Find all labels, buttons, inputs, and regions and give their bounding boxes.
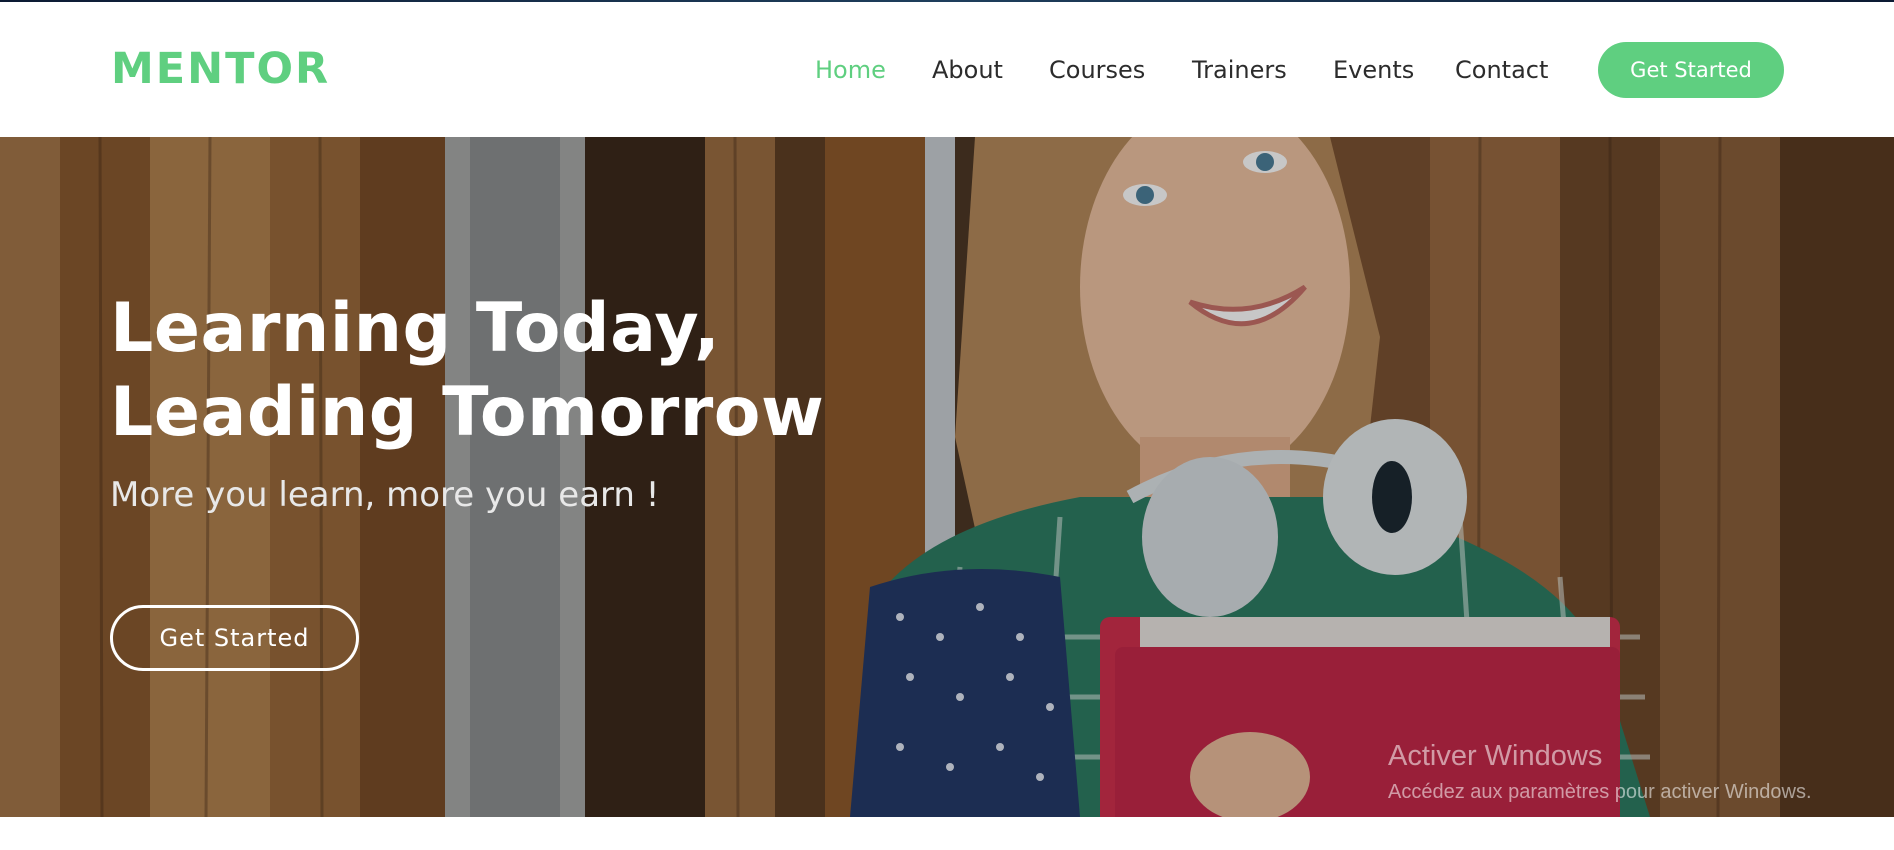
hero-title-line-1: Learning Today, bbox=[110, 289, 721, 368]
hero-title-line-2: Leading Tomorrow bbox=[110, 373, 825, 452]
nav-item-events[interactable]: Events bbox=[1333, 56, 1414, 84]
nav-item-courses[interactable]: Courses bbox=[1049, 56, 1145, 84]
nav-item-home[interactable]: Home bbox=[815, 56, 886, 84]
hero-section: Learning Today, Leading Tomorrow More yo… bbox=[0, 137, 1894, 817]
get-started-button[interactable]: Get Started bbox=[1598, 42, 1784, 98]
hero-title: Learning Today, Leading Tomorrow bbox=[110, 287, 824, 455]
hero-subtitle: More you learn, more you earn ! bbox=[110, 475, 660, 515]
nav-item-contact[interactable]: Contact bbox=[1455, 56, 1548, 84]
hero-get-started-button[interactable]: Get Started bbox=[110, 605, 359, 671]
nav-item-about[interactable]: About bbox=[932, 56, 1003, 84]
watermark-subtitle: Accédez aux paramètres pour activer Wind… bbox=[1388, 781, 1812, 803]
site-header: MENTOR Home About Courses Trainers Event… bbox=[0, 2, 1894, 137]
windows-activation-watermark: Activer Windows Accédez aux paramètres p… bbox=[1388, 740, 1812, 804]
nav-item-trainers[interactable]: Trainers bbox=[1192, 56, 1287, 84]
watermark-title: Activer Windows bbox=[1388, 740, 1603, 772]
